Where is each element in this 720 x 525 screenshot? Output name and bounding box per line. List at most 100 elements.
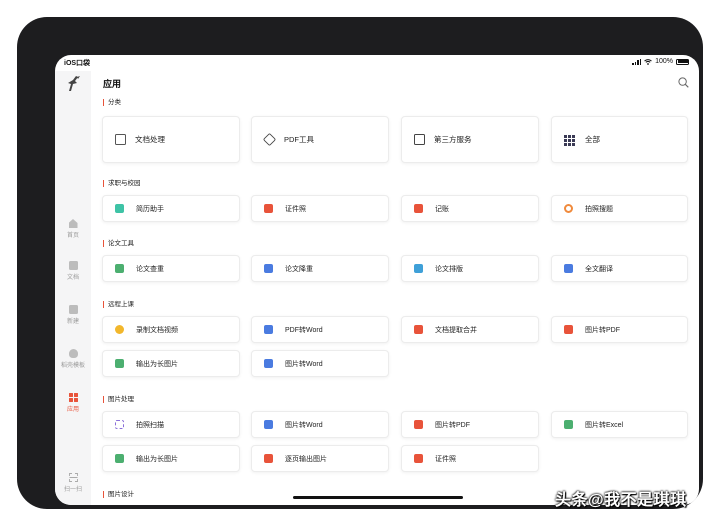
section-title-design: 图片设计 xyxy=(103,491,134,498)
screen: iOS口袋 100% 首页 文档 新建 稻壳模板 应用 扫一扫 应用 分类 文档… xyxy=(55,55,699,505)
sidebar: 首页 文档 新建 稻壳模板 应用 扫一扫 xyxy=(55,71,91,505)
sidebar-item-label: 首页 xyxy=(66,233,79,239)
sidebar-item-label: 新建 xyxy=(66,319,79,325)
long-image-icon xyxy=(115,454,124,463)
battery-icon xyxy=(676,58,689,65)
sidebar-item-home[interactable]: 首页 xyxy=(55,219,91,239)
grid-icon xyxy=(564,135,575,146)
home-icon xyxy=(68,219,78,228)
sidebar-item-label: 稻壳模板 xyxy=(60,363,85,369)
app-item[interactable]: 记账 xyxy=(401,195,539,222)
sidebar-item-new[interactable]: 新建 xyxy=(55,305,91,325)
app-item[interactable]: 证件照 xyxy=(401,445,539,472)
ipad-frame: iOS口袋 100% 首页 文档 新建 稻壳模板 应用 扫一扫 应用 分类 文档… xyxy=(17,17,703,509)
home-indicator[interactable] xyxy=(293,496,463,499)
app-item[interactable]: 全文翻译 xyxy=(551,255,688,282)
app-item[interactable]: 图片转Excel xyxy=(551,411,688,438)
video-record-icon xyxy=(115,325,124,334)
app-item[interactable]: 输出为长图片 xyxy=(102,350,240,377)
page-export-icon xyxy=(264,454,273,463)
page-title: 应用 xyxy=(103,79,122,89)
sidebar-item-label: 文档 xyxy=(66,275,79,281)
app-item[interactable]: 论文查重 xyxy=(102,255,240,282)
document-icon xyxy=(68,261,78,270)
extract-merge-icon xyxy=(414,325,423,334)
ledger-icon xyxy=(414,204,423,213)
watermark: 头条@我不是琪琪 xyxy=(555,492,687,509)
app-item[interactable]: 文档提取合并 xyxy=(401,316,539,343)
status-bar: iOS口袋 100% xyxy=(55,55,699,71)
third-party-icon xyxy=(414,134,425,145)
app-label: 逐页输出图片 xyxy=(285,455,327,463)
document-icon xyxy=(115,134,126,145)
app-label: 文档提取合并 xyxy=(435,326,477,334)
app-item[interactable]: 论文降重 xyxy=(251,255,389,282)
status-time: iOS口袋 xyxy=(64,60,91,67)
battery-percent: 100% xyxy=(655,58,673,65)
app-label: 证件照 xyxy=(285,205,306,213)
app-label: 图片转Excel xyxy=(585,421,624,429)
image-to-pdf-icon xyxy=(414,420,423,429)
app-label: 拍照搜题 xyxy=(585,205,613,213)
category-label: 全部 xyxy=(585,135,600,144)
app-item[interactable]: 图片转PDF xyxy=(551,316,688,343)
app-item[interactable]: 拍照扫描 xyxy=(102,411,240,438)
app-item[interactable]: 输出为长图片 xyxy=(102,445,240,472)
id-photo-icon xyxy=(264,204,273,213)
app-item[interactable]: 图片转PDF xyxy=(401,411,539,438)
category-document-processing[interactable]: 文档处理 xyxy=(102,116,240,163)
category-label: 文档处理 xyxy=(135,135,165,144)
flame-icon xyxy=(68,349,78,358)
app-label: 录制文档视频 xyxy=(136,326,178,334)
app-label: 全文翻译 xyxy=(585,265,613,273)
section-title-image: 图片处理 xyxy=(103,396,134,403)
resume-icon xyxy=(115,204,124,213)
category-label: 第三方服务 xyxy=(434,135,472,144)
paper-layout-icon xyxy=(414,264,423,273)
category-pdf-tools[interactable]: PDF工具 xyxy=(251,116,389,163)
apps-grid-icon xyxy=(68,393,78,402)
sidebar-item-apps[interactable]: 应用 xyxy=(55,393,91,413)
section-title-job: 求职与校园 xyxy=(103,180,141,187)
app-label: 图片转PDF xyxy=(435,421,470,429)
main-content: 应用 分类 文档处理 PDF工具 第三方服务 全部 求职与校园 简历助手 证件照… xyxy=(91,71,699,505)
paper-rewrite-icon xyxy=(264,264,273,273)
scan-icon xyxy=(68,473,78,482)
app-label: 图片转Word xyxy=(285,421,323,429)
app-item[interactable]: 图片转Word xyxy=(251,411,389,438)
app-item[interactable]: 录制文档视频 xyxy=(102,316,240,343)
sidebar-item-documents[interactable]: 文档 xyxy=(55,261,91,281)
app-item[interactable]: 论文排版 xyxy=(401,255,539,282)
category-all[interactable]: 全部 xyxy=(551,116,688,163)
app-label: 输出为长图片 xyxy=(136,455,178,463)
image-to-excel-icon xyxy=(564,420,573,429)
section-title-paper: 论文工具 xyxy=(103,240,134,247)
app-logo-icon[interactable] xyxy=(65,75,81,93)
wifi-icon xyxy=(644,58,652,65)
plus-icon xyxy=(68,305,78,314)
app-label: 论文查重 xyxy=(136,265,164,273)
sidebar-item-templates[interactable]: 稻壳模板 xyxy=(55,349,91,369)
app-label: 论文排版 xyxy=(435,265,463,273)
category-third-party[interactable]: 第三方服务 xyxy=(401,116,539,163)
scan-photo-icon xyxy=(115,420,124,429)
app-label: 论文降重 xyxy=(285,265,313,273)
app-label: 简历助手 xyxy=(136,205,164,213)
paper-check-icon xyxy=(115,264,124,273)
app-item[interactable]: PDF转Word xyxy=(251,316,389,343)
search-icon[interactable] xyxy=(678,77,689,88)
app-item[interactable]: 简历助手 xyxy=(102,195,240,222)
app-item[interactable]: 逐页输出图片 xyxy=(251,445,389,472)
app-item[interactable]: 拍照搜题 xyxy=(551,195,688,222)
image-to-word-icon xyxy=(264,420,273,429)
image-to-pdf-icon xyxy=(564,325,573,334)
id-photo-icon xyxy=(414,454,423,463)
status-right: 100% xyxy=(632,58,689,65)
scan-button[interactable]: 扫一扫 xyxy=(55,473,91,493)
app-item[interactable]: 图片转Word xyxy=(251,350,389,377)
app-label: 输出为长图片 xyxy=(136,360,178,368)
long-image-icon xyxy=(115,359,124,368)
translate-icon xyxy=(564,264,573,273)
section-title-categories: 分类 xyxy=(103,99,121,106)
app-item[interactable]: 证件照 xyxy=(251,195,389,222)
